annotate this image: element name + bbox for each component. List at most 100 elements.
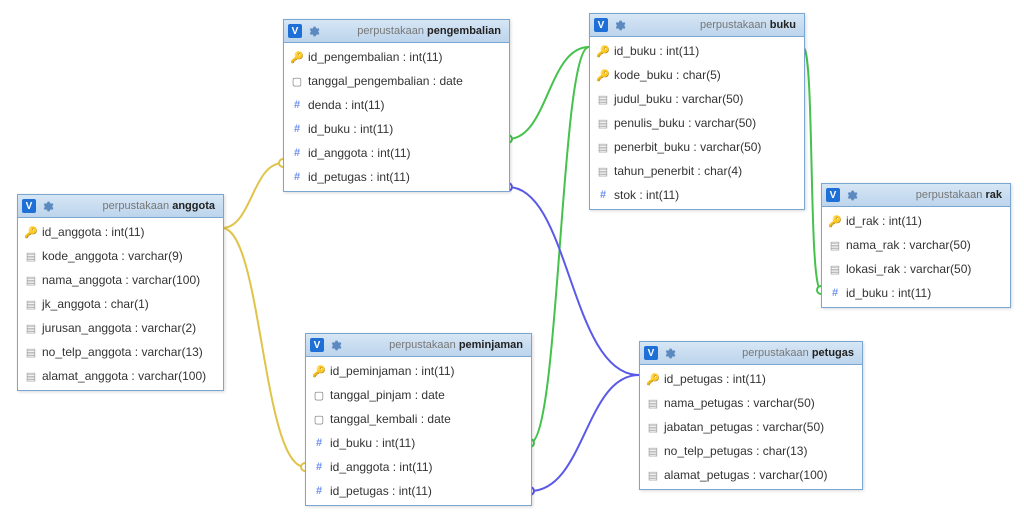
numeric-icon: #	[312, 461, 326, 473]
view-badge-icon[interactable]: V	[826, 188, 840, 202]
entity-name: buku	[770, 19, 796, 31]
column-row[interactable]: ▤jurusan_anggota : varchar(2)	[18, 316, 223, 340]
column-row[interactable]: 🔑id_peminjaman : int(11)	[306, 359, 531, 383]
column-row[interactable]: ▤penerbit_buku : varchar(50)	[590, 135, 804, 159]
gear-icon[interactable]	[612, 18, 626, 32]
column-row[interactable]: ▤nama_rak : varchar(50)	[822, 233, 1010, 257]
text-icon: ▤	[596, 117, 610, 130]
table-header[interactable]: Vperpustakaan pengembalian	[284, 20, 509, 43]
column-row[interactable]: #id_buku : int(11)	[822, 281, 1010, 305]
view-badge-icon[interactable]: V	[644, 346, 658, 360]
column-row[interactable]: #id_anggota : int(11)	[284, 141, 509, 165]
gear-icon[interactable]	[306, 24, 320, 38]
column-type: varchar(100)	[138, 369, 206, 383]
column-label: id_anggota : int(11)	[308, 146, 411, 160]
column-type: varchar(100)	[132, 273, 200, 287]
primary-key-icon: 🔑	[290, 51, 304, 64]
column-name: jabatan_petugas	[664, 420, 753, 434]
numeric-icon: #	[290, 99, 304, 111]
column-row[interactable]: # id_anggota : int(11)	[306, 455, 531, 479]
table-header[interactable]: Vperpustakaan rak	[822, 184, 1010, 207]
column-row[interactable]: #id_buku : int(11)	[284, 117, 509, 141]
table-peminjaman[interactable]: Vperpustakaan peminjaman🔑id_peminjaman :…	[305, 333, 532, 506]
text-icon: ▤	[24, 322, 38, 335]
column-row[interactable]: #id_petugas : int(11)	[284, 165, 509, 189]
column-name: lokasi_rak	[846, 262, 900, 276]
numeric-icon: #	[596, 189, 610, 201]
column-row[interactable]: ▤no_telp_anggota : varchar(13)	[18, 340, 223, 364]
table-header[interactable]: Vperpustakaan anggota	[18, 195, 223, 218]
table-rak[interactable]: Vperpustakaan rak🔑id_rak : int(11)▤nama_…	[821, 183, 1011, 308]
gear-icon[interactable]	[40, 199, 54, 213]
column-row[interactable]: 🔑id_petugas : int(11)	[640, 367, 862, 391]
column-row[interactable]: ▤kode_anggota : varchar(9)	[18, 244, 223, 268]
column-type: int(11)	[399, 484, 432, 498]
gear-icon[interactable]	[844, 188, 858, 202]
column-row[interactable]: # denda : int(11)	[284, 93, 509, 117]
column-type: int(11)	[889, 214, 922, 228]
text-icon: ▤	[596, 165, 610, 178]
column-row[interactable]: ▤tahun_penerbit : char(4)	[590, 159, 804, 183]
table-header[interactable]: Vperpustakaan peminjaman	[306, 334, 531, 357]
column-label: tanggal_kembali : date	[330, 412, 451, 426]
column-name: alamat_petugas	[664, 468, 749, 482]
column-row[interactable]: 🔑kode_buku : char(5)	[590, 63, 804, 87]
gear-icon[interactable]	[328, 338, 342, 352]
column-row[interactable]: ▤lokasi_rak : varchar(50)	[822, 257, 1010, 281]
schema-name: perpustakaan	[102, 200, 169, 212]
gear-icon[interactable]	[662, 346, 676, 360]
column-row[interactable]: ▤alamat_petugas : varchar(100)	[640, 463, 862, 487]
table-header[interactable]: Vperpustakaan petugas	[640, 342, 862, 365]
primary-key-icon: 🔑	[646, 373, 660, 386]
column-type: int(11)	[646, 188, 679, 202]
column-row[interactable]: ▤nama_petugas : varchar(50)	[640, 391, 862, 415]
column-row[interactable]: ▢tanggal_pengembalian : date	[284, 69, 509, 93]
view-badge-icon[interactable]: V	[22, 199, 36, 213]
column-name: nama_petugas	[664, 396, 743, 410]
column-row[interactable]: ▤alamat_anggota : varchar(100)	[18, 364, 223, 388]
table-title: perpustakaan rak	[862, 189, 1006, 201]
column-row[interactable]: #stok : int(11)	[590, 183, 804, 207]
column-type: varchar(100)	[759, 468, 827, 482]
table-anggota[interactable]: Vperpustakaan anggota🔑id_anggota : int(1…	[17, 194, 224, 391]
column-row[interactable]: ▤jabatan_petugas : varchar(50)	[640, 415, 862, 439]
column-row[interactable]: ▢tanggal_pinjam : date	[306, 383, 531, 407]
column-label: id_anggota : int(11)	[330, 460, 433, 474]
text-icon: ▤	[24, 370, 38, 383]
table-petugas[interactable]: Vperpustakaan petugas🔑id_petugas : int(1…	[639, 341, 863, 490]
column-type: char(13)	[763, 444, 808, 458]
column-row[interactable]: ▤no_telp_petugas : char(13)	[640, 439, 862, 463]
column-row[interactable]: #id_buku : int(11)	[306, 431, 531, 455]
column-label: judul_buku : varchar(50)	[614, 92, 743, 106]
column-row[interactable]: ▢tanggal_kembali : date	[306, 407, 531, 431]
view-badge-icon[interactable]: V	[310, 338, 324, 352]
view-badge-icon[interactable]: V	[288, 24, 302, 38]
column-label: denda : int(11)	[308, 98, 385, 112]
column-row[interactable]: 🔑id_rak : int(11)	[822, 209, 1010, 233]
column-name: nama_anggota	[42, 273, 122, 287]
column-name: jurusan_anggota	[42, 321, 131, 335]
column-type: date	[421, 388, 444, 402]
date-icon: ▢	[312, 389, 326, 402]
column-row[interactable]: 🔑id_anggota : int(11)	[18, 220, 223, 244]
column-row[interactable]: 🔑id_pengembalian : int(11)	[284, 45, 509, 69]
column-row[interactable]: ▤nama_anggota : varchar(100)	[18, 268, 223, 292]
view-badge-icon[interactable]: V	[594, 18, 608, 32]
table-buku[interactable]: Vperpustakaan buku🔑id_buku : int(11)🔑kod…	[589, 13, 805, 210]
table-pengembalian[interactable]: Vperpustakaan pengembalian🔑id_pengembali…	[283, 19, 510, 192]
numeric-icon: #	[312, 485, 326, 497]
column-row[interactable]: #id_petugas : int(11)	[306, 479, 531, 503]
column-name: id_anggota	[330, 460, 389, 474]
column-row[interactable]: 🔑id_buku : int(11)	[590, 39, 804, 63]
table-header[interactable]: Vperpustakaan buku	[590, 14, 804, 37]
column-type: date	[439, 74, 462, 88]
column-row[interactable]: ▤penulis_buku : varchar(50)	[590, 111, 804, 135]
column-row[interactable]: ▤jk_anggota : char(1)	[18, 292, 223, 316]
column-row[interactable]: ▤judul_buku : varchar(50)	[590, 87, 804, 111]
entity-name: rak	[985, 189, 1002, 201]
column-label: lokasi_rak : varchar(50)	[846, 262, 971, 276]
column-type: int(11)	[377, 170, 410, 184]
column-type: varchar(50)	[695, 116, 756, 130]
date-icon: ▢	[290, 75, 304, 88]
column-label: no_telp_petugas : char(13)	[664, 444, 807, 458]
